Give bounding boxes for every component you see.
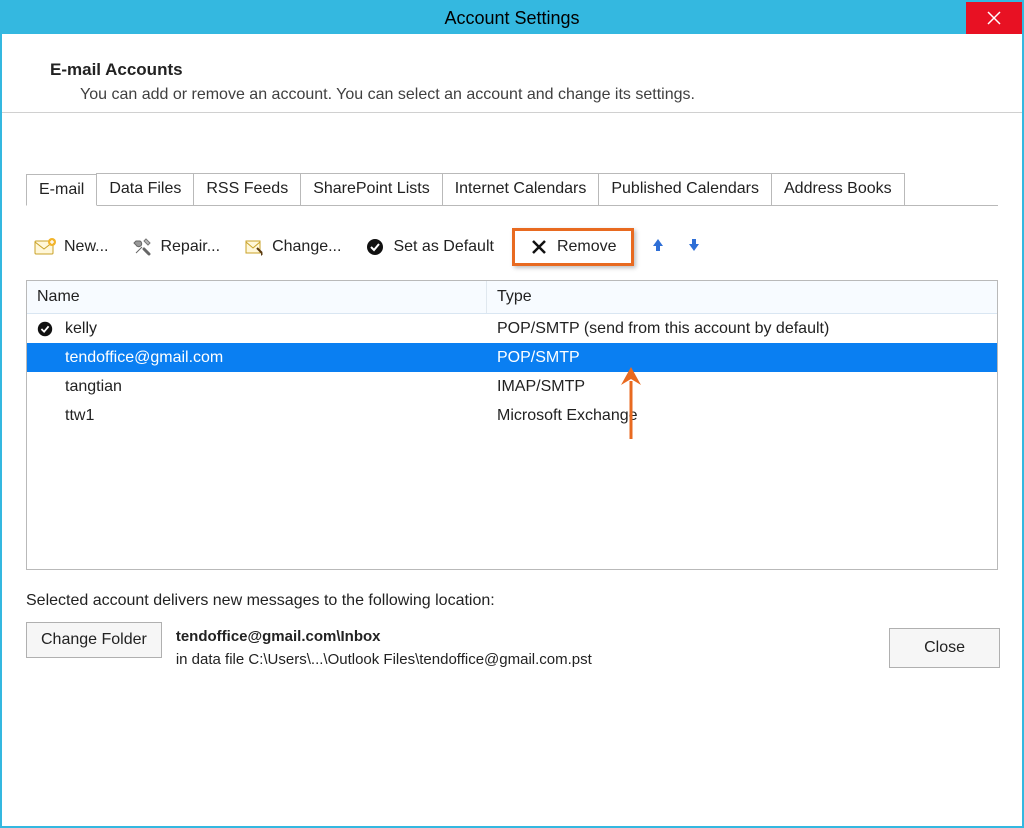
set-default-button[interactable]: Set as Default <box>359 233 500 261</box>
remove-button[interactable]: Remove <box>512 228 634 266</box>
account-name: tendoffice@gmail.com <box>63 349 487 367</box>
close-icon <box>987 11 1001 25</box>
check-circle-icon <box>365 237 385 257</box>
list-header: Name Type <box>27 281 997 314</box>
move-up-button[interactable] <box>646 233 670 261</box>
new-button[interactable]: New... <box>28 234 114 260</box>
tab-internet-calendars[interactable]: Internet Calendars <box>442 173 600 205</box>
default-indicator <box>27 320 63 338</box>
repair-button[interactable]: Repair... <box>126 233 226 261</box>
change-button[interactable]: Change... <box>238 233 347 261</box>
account-type: Microsoft Exchange <box>487 407 997 425</box>
change-icon <box>244 237 264 257</box>
dialog-footer: Close <box>889 628 1000 668</box>
account-name: tangtian <box>63 378 487 396</box>
list-item[interactable]: kelly POP/SMTP (send from this account b… <box>27 314 997 343</box>
list-item[interactable]: tendoffice@gmail.com POP/SMTP <box>27 343 997 372</box>
list-item[interactable]: tangtian IMAP/SMTP <box>27 372 997 401</box>
arrow-down-icon <box>686 237 702 253</box>
arrow-up-icon <box>650 237 666 253</box>
delivery-location: tendoffice@gmail.com\Inbox <box>176 628 592 645</box>
title-bar: Account Settings <box>2 2 1022 34</box>
set-default-button-label: Set as Default <box>393 238 494 256</box>
close-button[interactable]: Close <box>889 628 1000 668</box>
column-name[interactable]: Name <box>27 281 487 313</box>
delivery-path: in data file C:\Users\...\Outlook Files\… <box>176 651 592 668</box>
tab-published-calendars[interactable]: Published Calendars <box>598 173 772 205</box>
list-item[interactable]: ttw1 Microsoft Exchange <box>27 401 997 430</box>
tab-strip: E-mail Data Files RSS Feeds SharePoint L… <box>26 173 998 206</box>
tools-icon <box>132 237 152 257</box>
account-name: ttw1 <box>63 407 487 425</box>
new-button-label: New... <box>64 238 108 256</box>
delivery-section: Selected account delivers new messages t… <box>26 592 998 668</box>
tab-email[interactable]: E-mail <box>26 174 97 206</box>
check-circle-icon <box>36 320 54 338</box>
tab-data-files[interactable]: Data Files <box>96 173 194 205</box>
remove-button-label: Remove <box>557 238 617 256</box>
x-icon <box>529 237 549 257</box>
tab-rss-feeds[interactable]: RSS Feeds <box>193 173 301 205</box>
delivery-message: Selected account delivers new messages t… <box>26 592 998 610</box>
section-heading: E-mail Accounts <box>50 60 994 80</box>
window-title: Account Settings <box>2 8 1022 29</box>
account-type: POP/SMTP (send from this account by defa… <box>487 320 997 338</box>
change-button-label: Change... <box>272 238 341 256</box>
tab-address-books[interactable]: Address Books <box>771 173 905 205</box>
account-name: kelly <box>63 320 487 338</box>
repair-button-label: Repair... <box>160 238 220 256</box>
tab-sharepoint-lists[interactable]: SharePoint Lists <box>300 173 443 205</box>
column-type[interactable]: Type <box>487 281 997 313</box>
mail-new-icon <box>34 238 56 256</box>
window-close-button[interactable] <box>966 2 1022 34</box>
move-down-button[interactable] <box>682 233 706 261</box>
toolbar: New... Repair... Change... Set as Defaul… <box>20 206 1004 280</box>
account-type: POP/SMTP <box>487 349 997 367</box>
change-folder-button[interactable]: Change Folder <box>26 622 162 658</box>
account-type: IMAP/SMTP <box>487 378 997 396</box>
section-description: You can add or remove an account. You ca… <box>80 86 994 104</box>
accounts-list: Name Type kelly POP/SMTP (send from this… <box>26 280 998 570</box>
